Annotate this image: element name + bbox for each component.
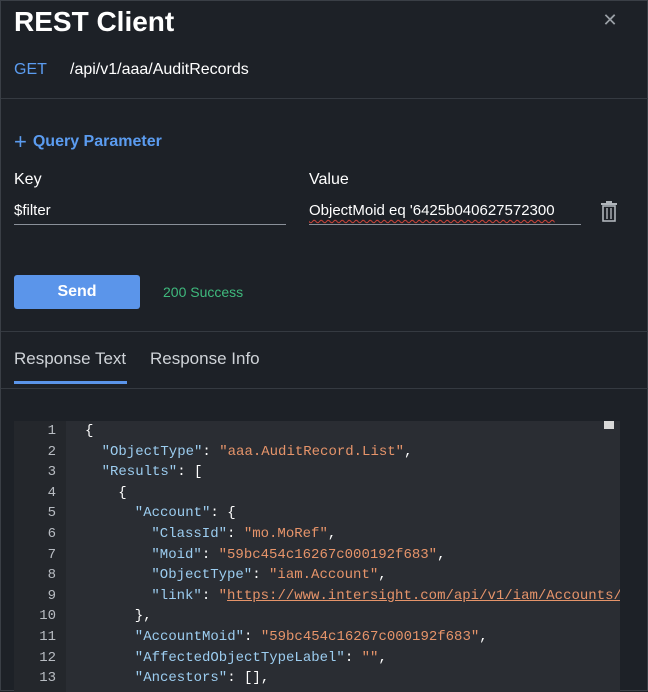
code-line: 4{ [14, 483, 620, 504]
code-line: 11 "AccountMoid": "59bc454c16267c000192f6… [14, 627, 620, 648]
trash-icon[interactable] [599, 200, 619, 222]
json-punctuation: , [437, 546, 446, 563]
line-number: 13 [39, 670, 56, 687]
json-punctuation: , [378, 649, 387, 666]
request-method: GET [14, 61, 47, 78]
json-punctuation: , [479, 629, 488, 645]
value-label: Value [309, 171, 349, 188]
code-line: 5 "Account": { [14, 503, 620, 524]
code-line: 12 "AffectedObjectTypeLabel": "", [14, 648, 620, 669]
json-punctuation: : [344, 649, 362, 666]
json-key: "AccountMoid" [134, 629, 245, 645]
json-punctuation: : [201, 546, 219, 563]
key-input[interactable]: $filter [14, 200, 286, 225]
json-link[interactable]: https://www.intersight.com/api/v1/iam/Ac… [227, 588, 620, 604]
code-content: "AffectedObjectTypeLabel": "", [135, 648, 387, 669]
code-line: 7 "Moid": "59bc454c16267c000192f683", [14, 545, 620, 566]
value-input-text: ObjectMoid eq '6425b040627572300 [309, 202, 555, 219]
line-number: 2 [47, 443, 56, 460]
code-content: "Moid": "59bc454c16267c000192f683", [151, 545, 445, 566]
line-number: 11 [39, 629, 56, 645]
code-content: "Account": { [135, 503, 236, 524]
line-number: 1 [47, 423, 56, 439]
code-line: 9 "link": "https://www.intersight.com/api… [14, 586, 620, 607]
line-number: 6 [47, 526, 56, 542]
line-number: 3 [47, 464, 56, 481]
json-punctuation: : { [210, 505, 236, 522]
json-string: "mo.MoRef" [243, 526, 328, 542]
line-number: 10 [39, 608, 56, 625]
json-punctuation: , [378, 567, 387, 584]
json-punctuation: : [201, 587, 219, 604]
code-content: { [85, 421, 93, 442]
json-key: "Moid" [151, 546, 202, 563]
code-line: 3 "Results": [ [14, 462, 620, 483]
code-content: }, [135, 606, 152, 627]
json-punctuation: : [ [177, 464, 203, 481]
json-string: "59bc454c16267c000192f683" [260, 629, 480, 645]
code-content: "Ancestors": [], [135, 668, 269, 689]
code-content: "Results": [ [102, 462, 203, 483]
json-punctuation: : [227, 526, 244, 542]
json-string: "59bc454c16267c000192f683" [218, 546, 438, 563]
json-string: "aaa.AuditRecord.List" [219, 443, 405, 460]
code-line: 10}, [14, 606, 620, 627]
divider [1, 331, 648, 332]
response-editor[interactable]: 1{2 "ObjectType": "aaa.AuditRecord.List",… [14, 421, 620, 692]
add-query-parameter-button[interactable]: + Query Parameter [14, 129, 162, 155]
code-content: "ObjectType": "aaa.AuditRecord.List", [102, 442, 413, 463]
json-punctuation: { [118, 484, 127, 501]
line-number: 12 [39, 649, 56, 666]
close-icon[interactable]: ✕ [601, 11, 619, 29]
json-punctuation: : [], [227, 670, 270, 687]
key-label: Key [14, 171, 42, 188]
code-content: "ClassId": "mo.MoRef", [151, 524, 336, 545]
divider [1, 388, 648, 389]
json-key: "link" [151, 587, 202, 604]
line-number: 4 [47, 484, 56, 501]
code-content: "AccountMoid": "59bc454c16267c000192f683… [135, 627, 488, 648]
divider [1, 98, 648, 99]
json-punctuation: { [85, 423, 94, 439]
json-string: "" [361, 649, 379, 666]
json-punctuation: : [244, 629, 261, 645]
request-path: /api/v1/aaa/AuditRecords [70, 61, 249, 78]
send-button[interactable]: Send [14, 275, 140, 309]
code-line: 2 "ObjectType": "aaa.AuditRecord.List", [14, 442, 620, 463]
json-punctuation: , [404, 443, 413, 460]
value-input[interactable]: ObjectMoid eq '6425b040627572300 [309, 200, 581, 225]
line-number: 8 [47, 567, 56, 584]
json-key: "Account" [134, 505, 211, 522]
json-key: "ClassId" [151, 526, 228, 542]
tab-response-text[interactable]: Response Text [14, 349, 127, 384]
json-key: "Ancestors" [134, 670, 228, 687]
code-content: "ObjectType": "iam.Account", [151, 565, 386, 586]
json-key: "ObjectType" [101, 443, 203, 460]
json-punctuation: }, [134, 608, 152, 625]
add-query-parameter-label: Query Parameter [32, 133, 162, 150]
line-number: 5 [47, 505, 56, 522]
code-content: { [118, 483, 126, 504]
window-title: REST Client [14, 6, 175, 37]
json-punctuation: : [252, 567, 270, 584]
json-punctuation: , [327, 526, 337, 542]
status-text: 200 Success [163, 284, 244, 300]
plus-icon: + [14, 129, 27, 154]
json-string: " [218, 587, 228, 604]
code-content: "link": "https://www.intersight.com/api/… [151, 586, 620, 607]
json-key: "Results" [101, 464, 178, 481]
json-punctuation: : [202, 443, 220, 460]
code-line: 13 "Ancestors": [], [14, 668, 620, 689]
json-key: "AffectedObjectTypeLabel" [134, 649, 345, 666]
code-line: 8 "ObjectType": "iam.Account", [14, 565, 620, 586]
code-line: 6 "ClassId": "mo.MoRef", [14, 524, 620, 545]
tab-response-info[interactable]: Response Info [150, 349, 260, 369]
code-line: 1{ [14, 421, 620, 442]
json-key: "ObjectType" [151, 567, 253, 584]
line-number: 9 [47, 587, 56, 604]
line-number: 7 [47, 546, 56, 563]
json-string: "iam.Account" [269, 567, 379, 584]
